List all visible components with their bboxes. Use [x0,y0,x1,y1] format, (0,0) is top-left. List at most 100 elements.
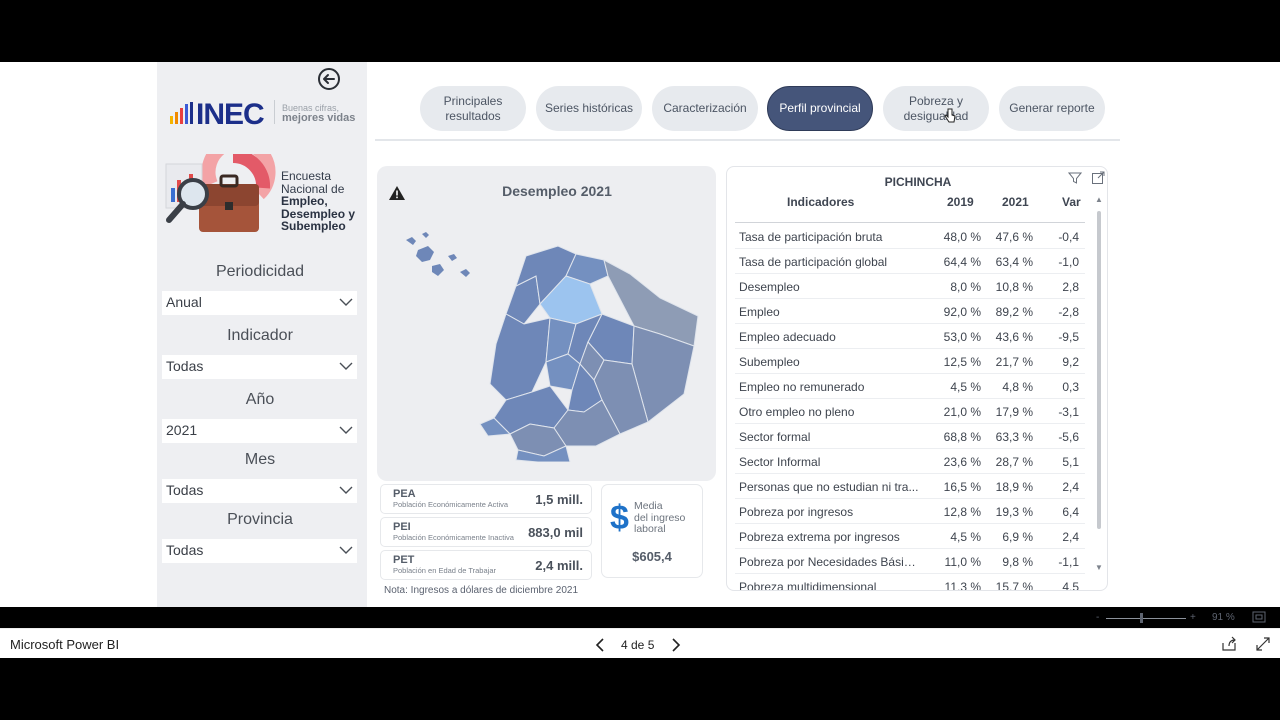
col-header-var[interactable]: Var [1062,195,1081,209]
cell-2019: 16,5 % [943,480,981,494]
col-header-indicadores[interactable]: Indicadores [787,195,854,209]
col-header-2021[interactable]: 2021 [1002,195,1029,209]
filter-label-anio: Año [245,391,275,408]
hand-cursor-icon [944,108,956,123]
filter-value: Todas [166,482,204,498]
province-manabi[interactable] [489,313,551,401]
tab-series-historicas[interactable]: Series históricas [536,86,642,131]
app-name: Microsoft Power BI [10,637,120,652]
logo-divider [274,100,275,124]
filter-icon[interactable] [1068,171,1082,185]
cell-2021: 19,3 % [995,505,1033,519]
chevron-down-icon [339,298,353,306]
zoom-level: 91 % [1212,612,1235,623]
cell-name: Empleo adecuado [739,330,836,344]
col-header-2019[interactable]: 2019 [947,195,974,209]
app-window: INEC Buenas cifras, mejores vidas Encues [0,0,1280,720]
back-arrow-icon[interactable] [317,67,341,91]
inec-logo: INEC Buenas cifras, mejores vidas [170,98,360,131]
table-row[interactable]: Personas que no estudian ni tra... 16,5 %… [735,474,1085,499]
cell-2021: 63,4 % [995,255,1033,269]
table-row[interactable]: Sector formal 68,8 % 63,3 % -5,6 [735,424,1085,449]
cell-2021: 17,9 % [995,405,1033,419]
cell-var: -3,1 [1058,405,1079,419]
share-icon[interactable] [1221,636,1237,652]
cell-2019: 48,0 % [943,230,981,244]
table-row[interactable]: Desempleo 8,0 % 10,8 % 2,8 [735,274,1085,299]
cell-2019: 21,0 % [943,405,981,419]
briefcase-magnifier-illustration [165,154,276,232]
cell-name: Empleo no remunerado [739,380,865,394]
logo-tagline-2: mejores vidas [282,112,356,124]
next-page-icon[interactable] [668,637,682,653]
table-row[interactable]: Empleo adecuado 53,0 % 43,6 % -9,5 [735,324,1085,349]
kpi-desc: Población Económicamente Inactiva [393,533,514,542]
filter-select-mes[interactable]: Todas [162,479,357,503]
kpi-pet: PET Población en Edad de Trabajar 2,4 mi… [381,551,591,579]
table-row[interactable]: Pobreza por Necesidades Básic... 11,0 % 9,… [735,549,1085,574]
cell-name: Pobreza multidimensional [739,580,877,591]
cell-2019: 68,8 % [943,430,981,444]
kpi-value: 2,4 mill. [535,558,583,573]
filter-select-provincia[interactable]: Todas [162,539,357,563]
zoom-out-button[interactable]: - [1096,612,1099,623]
galapagos-islands[interactable] [406,232,470,277]
table-row[interactable]: Empleo no remunerado 4,5 % 4,8 % 0,3 [735,374,1085,399]
cell-2021: 21,7 % [995,355,1033,369]
cell-var: -5,6 [1058,430,1079,444]
zoom-slider-track[interactable] [1106,618,1186,619]
table-header-divider [735,222,1085,223]
tab-generar-reporte[interactable]: Generar reporte [999,86,1105,131]
income-label-line: laboral [634,523,666,535]
survey-title: Encuesta Nacional de Empleo, Desempleo y… [281,170,355,233]
kpi-pea: PEA Población Económicamente Activa 1,5 … [381,485,591,513]
scroll-down-arrow[interactable]: ▼ [1095,563,1103,572]
cell-2019: 12,8 % [943,505,981,519]
table-row[interactable]: Tasa de participación global 64,4 % 63,4 %… [735,249,1085,274]
zoom-slider-thumb[interactable] [1140,613,1143,623]
table-row[interactable]: Subempleo 12,5 % 21,7 % 9,2 [735,349,1085,374]
table-row[interactable]: Tasa de participación bruta 48,0 % 47,6 % -… [735,224,1085,249]
fit-to-page-icon[interactable] [1252,611,1266,623]
cell-name: Otro empleo no pleno [739,405,855,419]
cell-2021: 4,8 % [1002,380,1033,394]
cell-var: 5,1 [1062,455,1079,469]
income-label-line: Media [634,500,663,512]
cell-2021: 15,7 % [995,580,1033,591]
cell-2021: 43,6 % [995,330,1033,344]
tab-pobreza-desigualdad[interactable]: Pobreza y desigualdad [883,86,989,131]
filter-label-provincia: Provincia [227,511,293,528]
cell-2019: 4,5 % [950,530,981,544]
prev-page-icon[interactable] [594,637,608,653]
table-row[interactable]: Pobreza extrema por ingresos 4,5 % 6,9 % 2,… [735,524,1085,549]
table-row[interactable]: Pobreza multidimensional 11,3 % 15,7 % 4,5 [735,574,1085,591]
logo-tagline: Buenas cifras, mejores vidas [282,103,356,124]
kpi-abbr: PEI [393,521,411,533]
kpi-pei: PEI Población Económicamente Inactiva 88… [381,518,591,546]
filter-select-periodicidad[interactable]: Anual [162,291,357,315]
table-row[interactable]: Sector Informal 23,6 % 28,7 % 5,1 [735,449,1085,474]
kpi-abbr: PET [393,554,415,566]
table-scrollbar[interactable] [1097,211,1101,529]
focus-mode-icon[interactable] [1091,171,1105,185]
tab-caracterizacion[interactable]: Caracterización [652,86,758,131]
cell-name: Sector Informal [739,455,821,469]
filter-select-indicador[interactable]: Todas [162,355,357,379]
zoom-in-button[interactable]: + [1190,612,1196,623]
scroll-up-arrow[interactable]: ▲ [1095,195,1103,204]
ecuador-map[interactable] [398,214,708,462]
table-row[interactable]: Otro empleo no pleno 21,0 % 17,9 % -3,1 [735,399,1085,424]
filter-value: Todas [166,542,204,558]
survey-title-line: Empleo, [281,194,328,208]
fullscreen-icon[interactable] [1255,636,1271,652]
filter-value: Todas [166,358,204,374]
cell-2021: 18,9 % [995,480,1033,494]
map-title: Desempleo 2021 [502,183,612,199]
tab-perfil-provincial[interactable]: Perfil provincial [767,86,873,131]
table-row[interactable]: Pobreza por ingresos 12,8 % 19,3 % 6,4 [735,499,1085,524]
tab-principales-resultados[interactable]: Principales resultados [420,86,526,131]
table-row[interactable]: Empleo 92,0 % 89,2 % -2,8 [735,299,1085,324]
cell-name: Empleo [739,305,780,319]
filter-select-anio[interactable]: 2021 [162,419,357,443]
cell-2019: 23,6 % [943,455,981,469]
